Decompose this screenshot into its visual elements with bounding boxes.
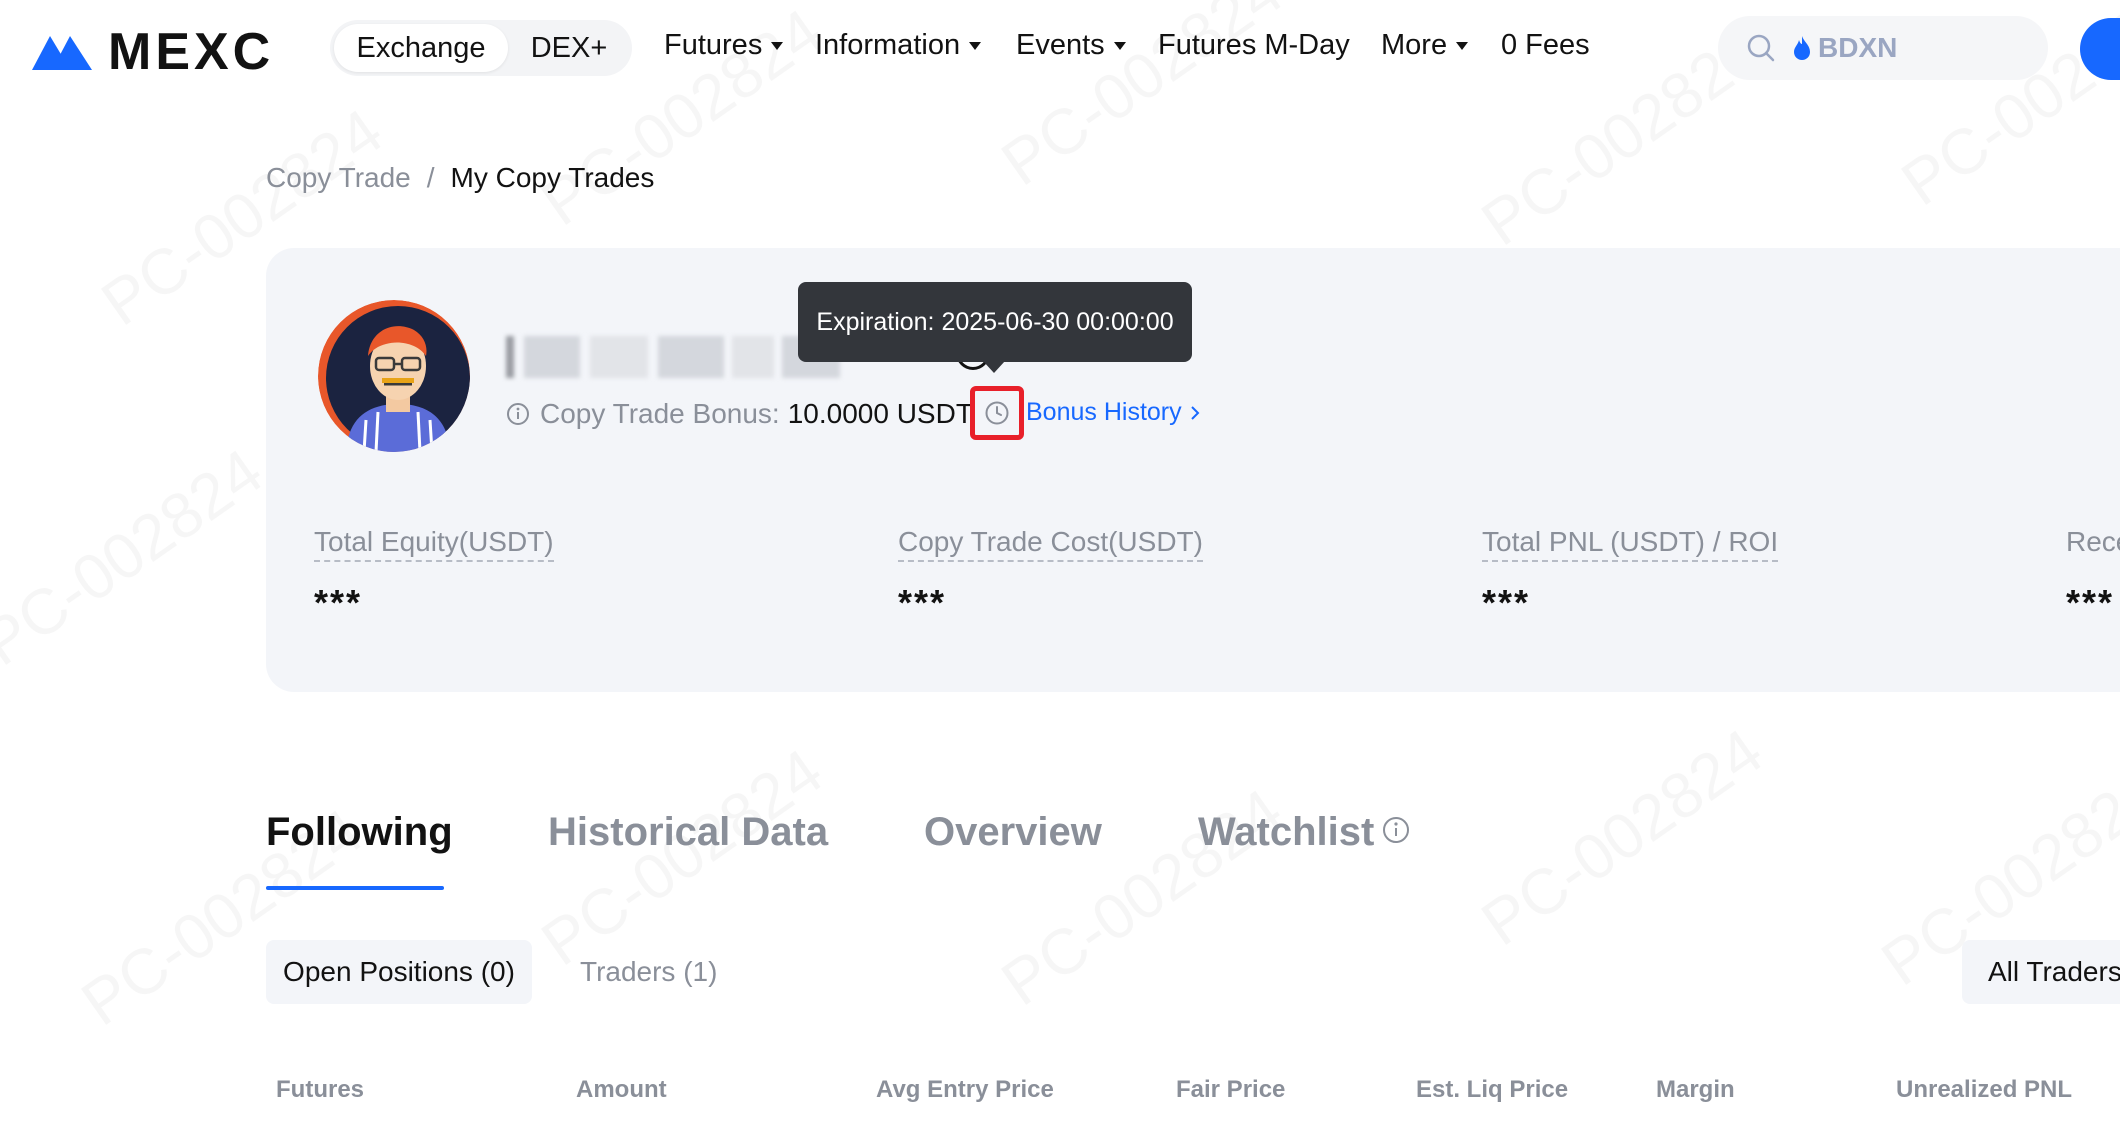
active-tab-indicator [266,886,444,890]
subtab-open-positions[interactable]: Open Positions (0) [266,940,532,1004]
caret-down-icon [1113,41,1126,50]
bonus-value: 10.0000 USDT [787,398,973,429]
search-icon [1747,34,1775,62]
all-traders-filter[interactable]: All Traders [1962,940,2120,1004]
tab-watchlist[interactable]: Watchlist [1198,810,1374,855]
avatar-image [318,300,470,452]
bonus-label: Copy Trade Bonus: [540,398,780,429]
clock-icon [985,401,1009,425]
expiration-tooltip: Expiration: 2025-06-30 00:00:00 [798,282,1192,362]
stat-total-equity-label[interactable]: Total Equity(USDT) [314,526,554,562]
breadcrumb: Copy Trade / My Copy Trades [266,162,654,194]
bonus-history-label: Bonus History [1026,398,1182,426]
bonus-expiration-clock[interactable] [970,386,1024,440]
stat-copy-trade-cost-label[interactable]: Copy Trade Cost(USDT) [898,526,1203,562]
nav-futures[interactable]: Futures [664,29,784,62]
mexc-logo-icon [32,36,92,70]
nav-events[interactable]: Events [1016,29,1126,62]
nav-futures-label: Futures [664,29,763,61]
column-unrealized-pnl: Unrealized PNL [1896,1076,2073,1103]
market-switch: Exchange DEX+ [330,20,632,76]
nav-zero-fees-label: 0 Fees [1501,29,1590,61]
breadcrumb-copy-trade[interactable]: Copy Trade [266,162,411,194]
watermark-text: PC-002824 [1468,714,1776,960]
mexc-logo[interactable]: MEXC [30,26,274,78]
column-margin: Margin [1656,1076,1735,1103]
nav-more-label: More [1381,29,1448,61]
nav-zero-fees[interactable]: 0 Fees [1501,29,1590,62]
stat-copy-trade-cost-value: *** [898,582,947,623]
column-est-liq-price: Est. Liq Price [1416,1076,1569,1103]
stat-fourth-label[interactable]: Rece [2066,526,2120,560]
avatar[interactable] [318,300,470,452]
top-navbar: MEXC Exchange DEX+ Futures Information E… [0,0,2120,96]
brand-name: MEXC [108,23,275,81]
tab-historical-data[interactable]: Historical Data [548,810,828,855]
exchange-tab[interactable]: Exchange [334,24,508,72]
search-input[interactable]: BDXN [1718,16,2048,80]
breadcrumb-current: My Copy Trades [450,162,655,193]
tab-following[interactable]: Following [266,810,453,855]
column-futures: Futures [276,1076,365,1103]
stat-total-pnl-value: *** [1482,582,1531,623]
bonus-history-link[interactable]: Bonus History [1026,398,1202,427]
tab-overview[interactable]: Overview [924,810,1102,855]
column-fair-price: Fair Price [1176,1076,1286,1103]
stat-total-equity-value: *** [314,582,363,623]
caret-down-icon [771,41,784,50]
nav-events-label: Events [1016,29,1105,61]
caret-down-icon [1456,41,1469,50]
nav-information-label: Information [815,29,961,61]
subtab-traders[interactable]: Traders (1) [580,940,717,1004]
tooltip-arrow [983,361,1005,373]
watermark-text: PC-002824 [0,434,276,680]
nav-futures-mday-label: Futures M-Day [1158,29,1350,61]
flame-icon [1794,36,1810,60]
breadcrumb-separator: / [426,162,435,193]
profile-card: k.com Copy Trade Bonus: 10.0000 USDT Bon… [266,248,2120,692]
watchlist-info-icon[interactable] [1382,816,1410,844]
search-value: BDXN [1818,32,1898,63]
stat-total-pnl-label[interactable]: Total PNL (USDT) / ROI [1482,526,1779,562]
column-amount: Amount [576,1076,667,1103]
copy-trade-bonus: Copy Trade Bonus: 10.0000 USDT [506,394,973,434]
chevron-right-icon [1190,405,1200,420]
nav-futures-mday[interactable]: Futures M-Day [1158,29,1350,62]
info-icon[interactable] [506,402,530,426]
nav-more[interactable]: More [1381,29,1469,62]
caret-down-icon [969,41,982,50]
stat-fourth-value: *** [2066,582,2115,623]
dex-tab[interactable]: DEX+ [516,24,622,72]
column-avg-entry-price: Avg Entry Price [876,1076,1054,1103]
nav-information[interactable]: Information [815,29,982,62]
header-action-button[interactable] [2080,18,2120,80]
